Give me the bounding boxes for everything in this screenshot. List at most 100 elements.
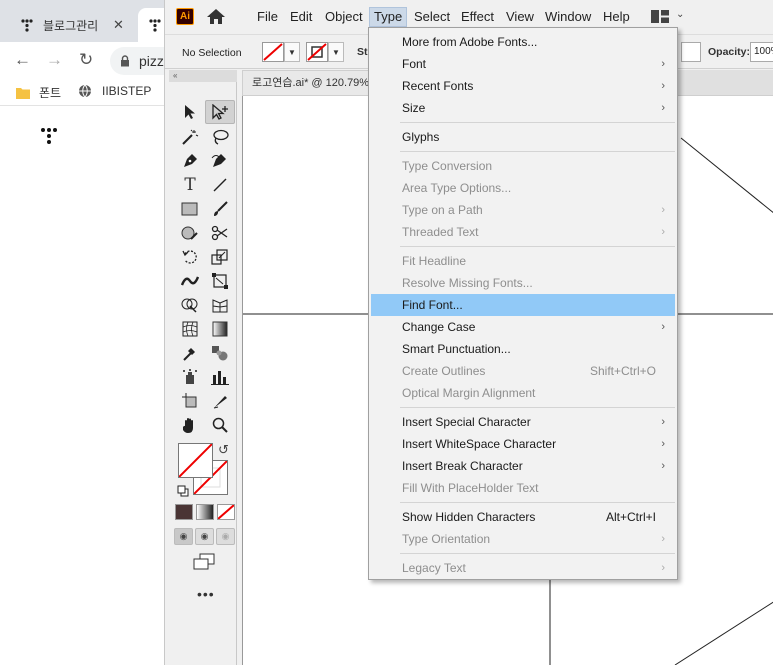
menu-item-type-orientation[interactable]: Type Orientation › (369, 528, 677, 550)
menu-item-insert-whitespace-character[interactable]: Insert WhiteSpace Character › (369, 433, 677, 455)
menu-item-fit-headline[interactable]: Fit Headline (369, 250, 677, 272)
menu-item-insert-special-character[interactable]: Insert Special Character › (369, 411, 677, 433)
workspace-switcher-icon[interactable] (651, 10, 669, 23)
menu-item-type-on-a-path[interactable]: Type on a Path › (369, 199, 677, 221)
menu-item-optical-margin-alignment[interactable]: Optical Margin Alignment (369, 382, 677, 404)
draw-behind-icon[interactable]: ◉ (195, 528, 214, 545)
fill-color-box[interactable] (178, 443, 213, 478)
color-mode-button[interactable] (175, 504, 193, 520)
free-transform-tool-icon[interactable] (205, 269, 235, 293)
opacity-label[interactable]: Opacity: (708, 46, 750, 58)
menu-item-recent-fonts[interactable]: Recent Fonts › (369, 75, 677, 97)
type-tool-icon[interactable]: T (175, 173, 205, 197)
collapse-panel-icon[interactable]: « (169, 70, 237, 82)
chevron-right-icon: › (661, 438, 665, 450)
menu-item-label: Smart Punctuation... (402, 342, 511, 356)
menu-item-find-font[interactable]: Find Font... (371, 294, 675, 316)
menu-item-create-outlines[interactable]: Create Outlines Shift+Ctrl+O (369, 360, 677, 382)
column-graph-tool-icon[interactable] (205, 365, 235, 389)
gradient-tool-icon[interactable] (205, 317, 235, 341)
menu-window[interactable]: Window (545, 9, 591, 24)
tistory-icon (149, 19, 161, 32)
type-menu-dropdown: More from Adobe Fonts... Font › Recent Font… (368, 27, 678, 580)
address-text: pizz (139, 53, 164, 69)
menu-item-show-hidden-characters[interactable]: Show Hidden Characters Alt+Ctrl+I (369, 506, 677, 528)
rectangle-tool-icon[interactable] (175, 197, 205, 221)
menu-item-font[interactable]: Font › (369, 53, 677, 75)
gradient-mode-button[interactable] (196, 504, 214, 520)
menu-item-legacy-text[interactable]: Legacy Text › (369, 557, 677, 579)
slice-tool-icon[interactable] (205, 389, 235, 413)
home-icon[interactable] (206, 8, 226, 25)
chevron-down-icon[interactable]: ⌄ (676, 9, 684, 20)
shaper-tool-icon[interactable] (175, 221, 205, 245)
lock-icon (121, 55, 129, 67)
pen-tool-icon[interactable] (175, 149, 205, 173)
default-fill-stroke-icon[interactable] (177, 485, 189, 497)
menu-item-change-case[interactable]: Change Case › (369, 316, 677, 338)
screen-mode-icon[interactable] (193, 553, 215, 570)
opacity-input[interactable]: 100% (750, 42, 773, 62)
stroke-dropdown[interactable]: ▼ (328, 42, 344, 62)
eyedropper-tool-icon[interactable] (175, 341, 205, 365)
bookmark-iibistep[interactable]: IIBISTEP (78, 84, 151, 98)
close-icon[interactable]: ✕ (113, 17, 124, 33)
browser-tab[interactable]: 블로그관리 ✕ (0, 8, 138, 42)
rotate-tool-icon[interactable] (175, 245, 205, 269)
menu-item-threaded-text[interactable]: Threaded Text › (369, 221, 677, 243)
menu-item-glyphs[interactable]: Glyphs (369, 126, 677, 148)
forward-arrow-icon[interactable]: → (46, 50, 63, 70)
menu-item-label: Fit Headline (402, 254, 467, 268)
menu-type[interactable]: Type (369, 7, 408, 27)
back-arrow-icon[interactable]: ← (14, 50, 31, 70)
line-segment-tool-icon[interactable] (205, 173, 235, 197)
menu-help[interactable]: Help (603, 9, 630, 24)
menu-item-fill-with-placeholder-text[interactable]: Fill With PlaceHolder Text (369, 477, 677, 499)
no-stroke-icon (307, 43, 327, 61)
ai-logo: Ai (176, 8, 194, 25)
draw-inside-icon[interactable]: ◉ (216, 528, 235, 545)
menu-edit[interactable]: Edit (290, 9, 312, 24)
scale-tool-icon[interactable] (205, 245, 235, 269)
menu-item-smart-punctuation[interactable]: Smart Punctuation... (369, 338, 677, 360)
perspective-grid-tool-icon[interactable] (205, 293, 235, 317)
selection-tool-icon[interactable] (175, 100, 205, 124)
swap-fill-stroke-icon[interactable]: ↺ (218, 442, 229, 458)
fill-dropdown[interactable]: ▼ (284, 42, 300, 62)
scissors-tool-icon[interactable] (205, 221, 235, 245)
document-tab[interactable]: 로고연습.ai* @ 120.79% (242, 70, 377, 96)
menu-item-resolve-missing-fonts[interactable]: Resolve Missing Fonts... (369, 272, 677, 294)
menu-separator (369, 119, 677, 126)
zoom-tool-icon[interactable] (205, 413, 235, 437)
more-tools-icon[interactable]: ••• (197, 586, 215, 602)
menu-item-type-conversion[interactable]: Type Conversion (369, 155, 677, 177)
curvature-tool-icon[interactable] (205, 149, 235, 173)
control-field[interactable] (681, 42, 701, 62)
none-mode-button[interactable] (217, 504, 235, 520)
stroke-swatch[interactable] (306, 42, 328, 62)
menu-item-area-type-options[interactable]: Area Type Options... (369, 177, 677, 199)
menu-select[interactable]: Select (414, 9, 450, 24)
menu-effect[interactable]: Effect (461, 9, 494, 24)
width-tool-icon[interactable] (175, 269, 205, 293)
shape-builder-tool-icon[interactable] (175, 293, 205, 317)
menu-view[interactable]: View (506, 9, 534, 24)
artboard-tool-icon[interactable] (175, 389, 205, 413)
reload-icon[interactable]: ↻ (79, 50, 93, 70)
magic-wand-tool-icon[interactable] (175, 125, 205, 149)
menu-file[interactable]: File (257, 9, 278, 24)
bookmark-fonts[interactable]: 폰트 (16, 84, 61, 101)
hand-tool-icon[interactable] (175, 413, 205, 437)
fill-swatch[interactable] (262, 42, 284, 62)
blend-tool-icon[interactable] (205, 341, 235, 365)
menu-object[interactable]: Object (325, 9, 363, 24)
menu-item-more-from-adobe-fonts[interactable]: More from Adobe Fonts... (369, 31, 677, 53)
direct-selection-tool-icon[interactable] (205, 100, 235, 124)
menu-item-size[interactable]: Size › (369, 97, 677, 119)
menu-item-insert-break-character[interactable]: Insert Break Character › (369, 455, 677, 477)
lasso-tool-icon[interactable] (205, 125, 235, 149)
symbol-sprayer-tool-icon[interactable] (175, 365, 205, 389)
mesh-tool-icon[interactable] (175, 317, 205, 341)
paintbrush-tool-icon[interactable] (205, 197, 235, 221)
draw-normal-icon[interactable]: ◉ (174, 528, 193, 545)
